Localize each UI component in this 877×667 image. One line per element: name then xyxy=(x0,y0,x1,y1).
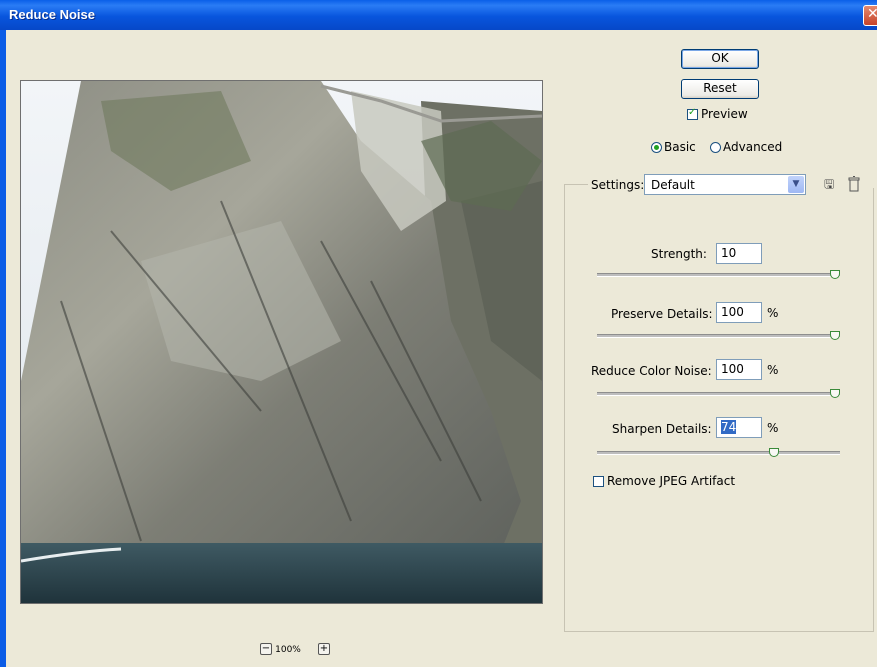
strength-slider-track[interactable] xyxy=(597,273,840,277)
ok-button[interactable]: OK xyxy=(681,49,759,69)
zoom-in-button[interactable]: + xyxy=(318,643,330,655)
close-icon: ✕ xyxy=(867,6,877,22)
preserve-details-label: Preserve Details: xyxy=(611,307,713,321)
strength-input[interactable]: 10 xyxy=(716,243,762,264)
settings-value: Default xyxy=(651,178,695,192)
preview-label: Preview xyxy=(701,107,748,121)
advanced-label: Advanced xyxy=(723,140,783,154)
group-border-gap xyxy=(806,178,876,188)
checkmark-icon: ✓ xyxy=(688,107,697,118)
close-button[interactable]: ✕ xyxy=(863,5,877,26)
sharpen-details-slider-track[interactable] xyxy=(597,451,840,455)
settings-select[interactable]: Default ▼ xyxy=(644,174,806,195)
preserve-details-input[interactable]: 100 xyxy=(716,302,762,323)
remove-jpeg-checkbox[interactable] xyxy=(593,476,604,487)
preview-checkbox[interactable]: ✓ xyxy=(687,107,698,120)
sharpen-details-input[interactable]: 74 xyxy=(716,417,762,438)
zoom-level: 100% xyxy=(275,645,301,655)
sharpen-details-value: 74 xyxy=(721,420,737,434)
plus-icon: + xyxy=(319,643,329,654)
reduce-color-noise-label: Reduce Color Noise: xyxy=(591,364,712,378)
advanced-radio[interactable] xyxy=(710,142,721,153)
preserve-details-slider-track[interactable] xyxy=(597,334,840,338)
title-bar: Reduce Noise ✕ xyxy=(0,0,877,30)
radio-dot-icon xyxy=(654,145,659,150)
reduce-color-noise-unit: % xyxy=(767,363,779,377)
sharpen-details-label: Sharpen Details: xyxy=(612,422,712,436)
reduce-color-noise-slider-track[interactable] xyxy=(597,392,840,396)
window-title: Reduce Noise xyxy=(9,7,95,22)
basic-radio[interactable] xyxy=(651,142,662,153)
chevron-down-icon[interactable]: ▼ xyxy=(788,176,804,193)
image-preview[interactable] xyxy=(20,80,543,604)
cliff-photo xyxy=(21,81,542,603)
save-settings-icon[interactable]: 🖫 xyxy=(824,177,838,191)
trash-icon[interactable] xyxy=(848,176,860,192)
sharpen-details-unit: % xyxy=(767,421,779,435)
reset-button[interactable]: Reset xyxy=(681,79,759,99)
basic-label: Basic xyxy=(664,140,696,154)
reduce-color-noise-input[interactable]: 100 xyxy=(716,359,762,380)
window-frame-left xyxy=(0,30,6,667)
remove-jpeg-label: Remove JPEG Artifact xyxy=(607,474,736,488)
strength-label: Strength: xyxy=(651,247,707,261)
preserve-details-unit: % xyxy=(767,306,779,320)
settings-label: Settings: xyxy=(588,178,648,192)
